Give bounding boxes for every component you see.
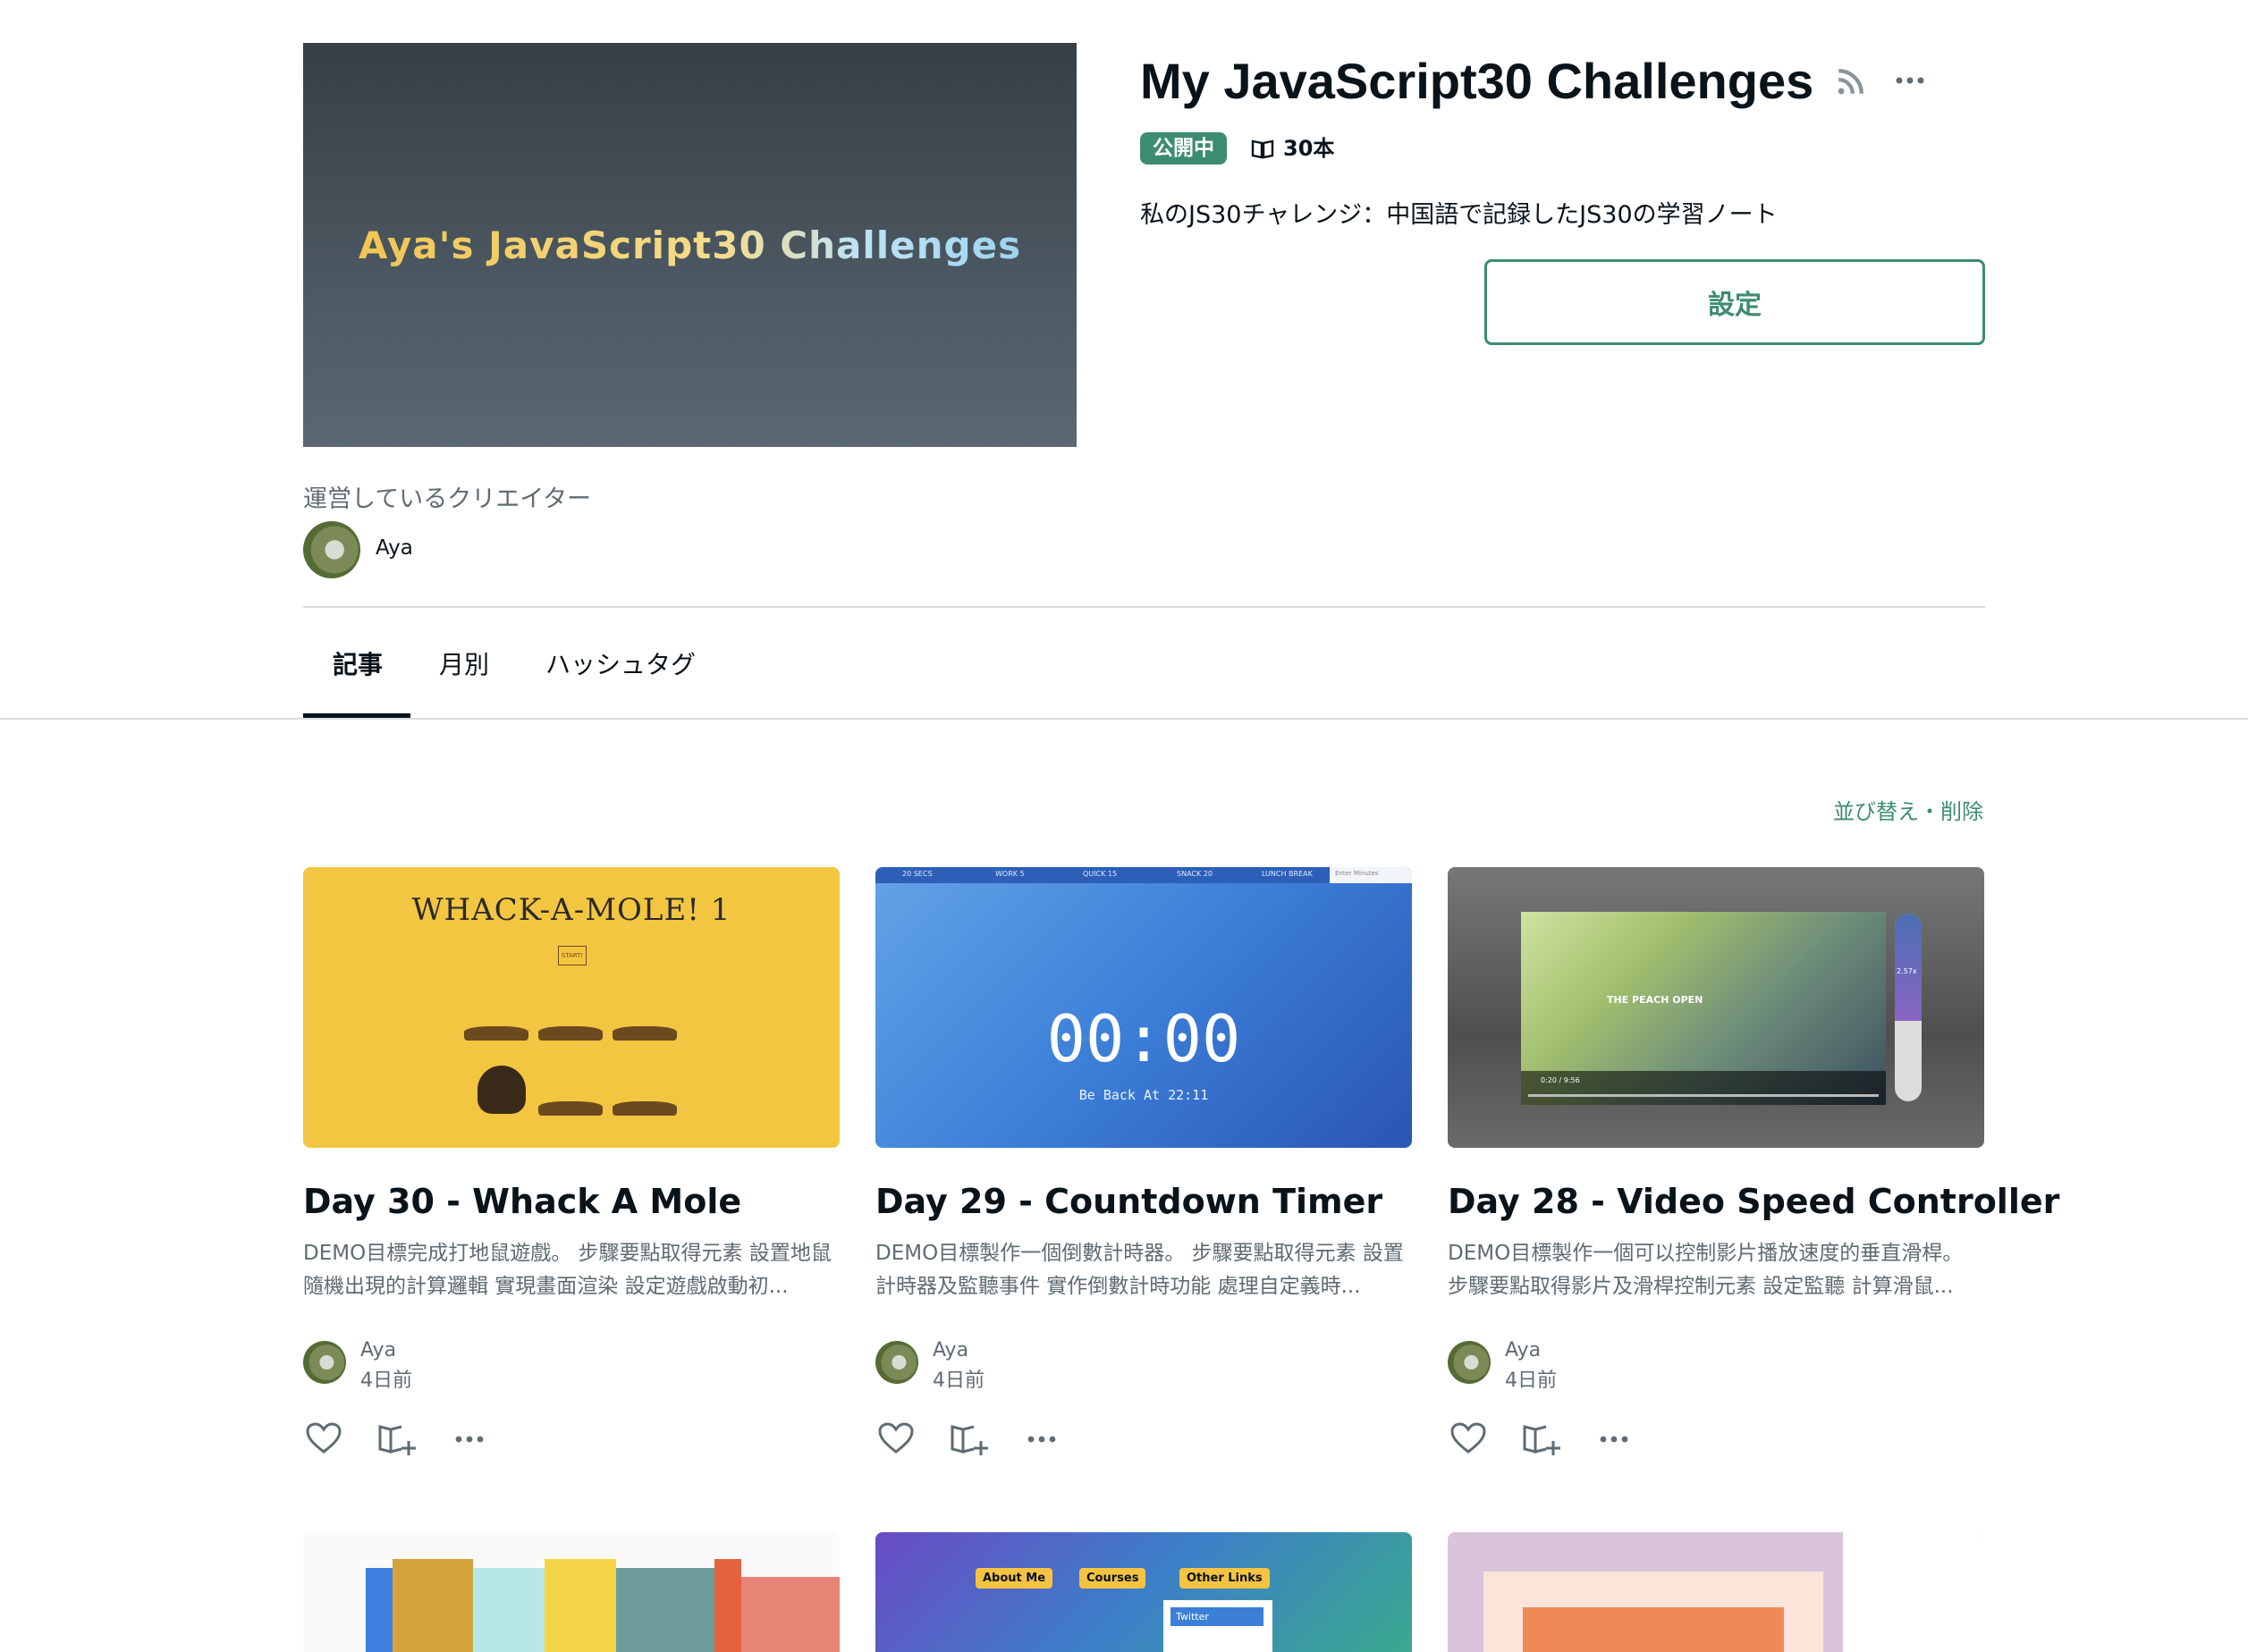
tab-hashtags[interactable]: ハッシュタグ: [545, 645, 696, 681]
post-date: 4日前: [933, 1370, 985, 1392]
rss-icon[interactable]: [1835, 67, 1865, 97]
thumbnail-nav-item: 20 SECS: [902, 870, 933, 878]
thumbnail-progress: [1528, 1094, 1879, 1097]
article-excerpt: DEMO目標製作一個倒數計時器。 步驟要點取得元素 設置計時器及監聽事件 實作倒…: [875, 1242, 1404, 1298]
divider: [0, 718, 2248, 720]
thumbnail-nav-link: Other Links: [1179, 1568, 1270, 1589]
article-thumbnail[interactable]: WHACK-A-MOLE! 1 START!: [303, 867, 840, 1148]
cover-title: Aya's JavaScript30 Challenges: [358, 223, 1022, 267]
thumbnail-dropdown-item: Twitter: [1170, 1607, 1263, 1626]
author-name[interactable]: Aya: [933, 1339, 968, 1361]
thumbnail-start-button: START!: [558, 946, 587, 965]
thumbnail-panel: [393, 1559, 473, 1652]
dirt-mound: [464, 1026, 528, 1041]
author-name[interactable]: Aya: [1505, 1339, 1541, 1361]
magazine-add-icon[interactable]: [1521, 1421, 1562, 1457]
thumbnail-dropdown: Twitter: [1163, 1600, 1272, 1652]
tab-articles[interactable]: 記事: [333, 645, 383, 681]
thumbnail-start-label: START!: [561, 952, 584, 959]
article-thumbnail[interactable]: About Me Courses Other Links Twitter: [875, 1532, 1412, 1652]
thumbnail-nav-link: Courses: [1079, 1568, 1146, 1589]
article-title[interactable]: Day 28 - Video Speed Controller: [1448, 1182, 2059, 1221]
thumbnail-panel: [741, 1577, 840, 1652]
thumbnail-video-time: 0:20 / 9:56: [1541, 1076, 1580, 1084]
thumbnail-panel: [616, 1568, 714, 1652]
dirt-mound: [613, 1101, 677, 1116]
magazine-cover-image: Aya's JavaScript30 Challenges: [303, 43, 1077, 447]
creator-name[interactable]: Aya: [376, 536, 413, 560]
thumbnail-title: WHACK-A-MOLE! 1: [411, 892, 731, 928]
avatar[interactable]: [303, 521, 360, 578]
thumbnail-timer-digits: 00:00: [1046, 1001, 1241, 1076]
book-icon: [1251, 139, 1274, 159]
thumbnail-panel: [366, 1568, 393, 1652]
avatar[interactable]: [1448, 1341, 1491, 1384]
thumbnail-video-controls: 0:20 / 9:56: [1521, 1071, 1886, 1105]
sort-delete-link[interactable]: 並び替え・削除: [1833, 794, 1983, 825]
dirt-mound: [538, 1101, 603, 1116]
thumbnail-devtools: [1843, 1532, 1984, 1652]
thumbnail-nav-item: QUICK 15: [1083, 870, 1118, 878]
heart-icon[interactable]: [877, 1421, 915, 1455]
heart-icon[interactable]: [1449, 1421, 1487, 1455]
article-count: 30本: [1283, 136, 1335, 161]
avatar[interactable]: [303, 1341, 346, 1384]
thumbnail-speed-slider: 2.57x: [1895, 914, 1922, 1101]
status-badge: 公開中: [1140, 132, 1227, 164]
article-title[interactable]: Day 30 - Whack A Mole: [303, 1182, 741, 1221]
thumbnail-box: [1523, 1607, 1784, 1652]
article-title[interactable]: Day 29 - Countdown Timer: [875, 1182, 1382, 1221]
article-thumbnail[interactable]: [1448, 1532, 1984, 1652]
thumbnail-nav-item: WORK 5: [995, 870, 1025, 878]
thumbnail-panel: [545, 1559, 616, 1652]
thumbnail-nav-item: LUNCH BREAK: [1262, 870, 1313, 878]
post-date: 4日前: [360, 1370, 412, 1392]
thumbnail-speed-label: 2.57x: [1897, 967, 1917, 975]
more-icon[interactable]: [1894, 68, 1926, 93]
avatar[interactable]: [875, 1341, 918, 1384]
thumbnail-timer-subtitle: Be Back At 22:11: [1078, 1087, 1209, 1103]
thumbnail-nav-link: About Me: [976, 1568, 1053, 1589]
post-date: 4日前: [1505, 1370, 1557, 1392]
magazine-description: 私のJS30チャレンジ：中国語で記録したJS30の学習ノート: [1140, 201, 1778, 229]
dirt-mound: [613, 1026, 677, 1041]
thumbnail-input: Enter Minutes: [1330, 867, 1412, 883]
thumbnail-panel: [473, 1568, 545, 1652]
article-thumbnail[interactable]: THE PEACH OPEN 0:20 / 9:56 2.57x: [1448, 867, 1984, 1148]
thumbnail-video-caption: THE PEACH OPEN: [1607, 994, 1703, 1006]
divider: [303, 606, 1985, 608]
magazine-add-icon[interactable]: [949, 1421, 990, 1457]
more-icon[interactable]: [1026, 1429, 1058, 1450]
article-excerpt: DEMO目標完成打地鼠遊戲。 步驟要點取得元素 設置地鼠隨機出現的計算邏輯 實現…: [303, 1242, 832, 1298]
magazine-title: My JavaScript30 Challenges: [1140, 53, 1814, 109]
heart-icon[interactable]: [305, 1421, 342, 1455]
article-excerpt: DEMO目標製作一個可以控制影片播放速度的垂直滑桿。 步驟要點取得影片及滑桿控制…: [1448, 1242, 1964, 1298]
magazine-add-icon[interactable]: [376, 1421, 418, 1457]
article-thumbnail[interactable]: [303, 1532, 840, 1652]
dirt-mound: [538, 1026, 603, 1041]
mole-image: [477, 1066, 526, 1114]
thumbnail-input-placeholder: Enter Minutes: [1335, 870, 1379, 877]
thumbnail-panel: [714, 1559, 741, 1652]
more-icon[interactable]: [1598, 1429, 1630, 1450]
author-name[interactable]: Aya: [360, 1339, 396, 1361]
settings-button[interactable]: 設定: [1484, 259, 1985, 345]
creator-label: 運営しているクリエイター: [303, 485, 592, 513]
thumbnail-nav-item: SNACK 20: [1177, 870, 1213, 878]
tab-monthly[interactable]: 月別: [439, 645, 489, 681]
more-icon[interactable]: [453, 1429, 486, 1450]
article-thumbnail[interactable]: 20 SECS WORK 5 QUICK 15 SNACK 20 LUNCH B…: [875, 867, 1412, 1148]
